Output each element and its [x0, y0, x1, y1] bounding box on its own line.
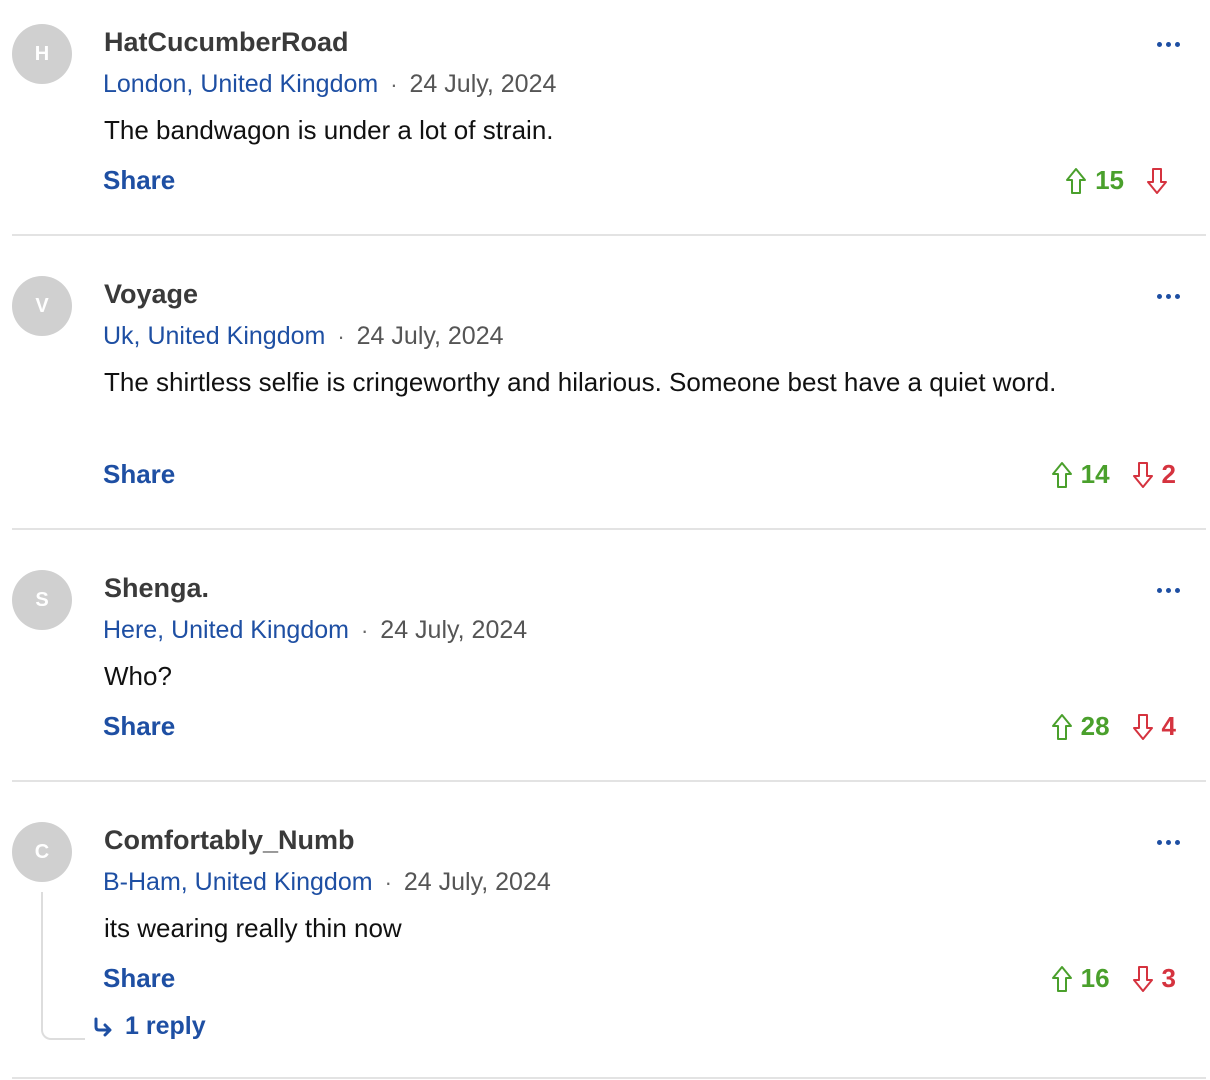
- meta-separator: ·: [390, 71, 398, 97]
- more-options-icon[interactable]: [1153, 290, 1184, 303]
- vote-controls: 16 3: [1051, 963, 1176, 994]
- arrow-down-icon: [1132, 461, 1153, 488]
- thread-line: [41, 892, 85, 1040]
- upvote-count: 28: [1080, 711, 1110, 741]
- downvote-count: 2: [1161, 459, 1176, 489]
- comment-location[interactable]: Uk, United Kingdom: [103, 322, 325, 351]
- view-replies-button[interactable]: 1 reply: [93, 1012, 206, 1041]
- vote-controls: 15: [1065, 165, 1176, 196]
- comment-date: 24 July, 2024: [380, 616, 528, 644]
- comment-text: its wearing really thin now: [104, 913, 402, 943]
- comment-date: 24 July, 2024: [356, 322, 504, 350]
- comment-divider: [12, 528, 1206, 530]
- share-button[interactable]: Share: [103, 459, 175, 490]
- comment-date: 24 July, 2024: [409, 70, 557, 98]
- meta-separator: ·: [360, 617, 369, 643]
- avatar[interactable]: S: [12, 570, 72, 630]
- comment-text: Who?: [104, 661, 172, 691]
- vote-controls: 28 4: [1051, 711, 1176, 742]
- comment-location[interactable]: B-Ham, United Kingdom: [103, 868, 373, 897]
- comment-meta: London, United Kingdom · 24 July, 2024: [103, 70, 556, 99]
- downvote-count: 3: [1161, 963, 1176, 993]
- comment-username[interactable]: Voyage: [104, 279, 198, 310]
- avatar[interactable]: C: [12, 822, 72, 882]
- comment-date: 24 July, 2024: [403, 868, 551, 896]
- comment-text: The shirtless selfie is cringeworthy and…: [104, 367, 1057, 397]
- arrow-down-icon: [1132, 965, 1153, 992]
- share-button[interactable]: Share: [103, 963, 175, 994]
- downvote-button[interactable]: 3: [1132, 963, 1176, 994]
- comment-divider: [12, 780, 1206, 782]
- comment-username[interactable]: Comfortably_Numb: [104, 825, 355, 856]
- downvote-button[interactable]: 4: [1132, 711, 1176, 742]
- arrow-up-icon: [1051, 713, 1072, 740]
- arrow-down-icon: [1147, 167, 1167, 194]
- avatar[interactable]: V: [12, 276, 72, 336]
- more-options-icon[interactable]: [1153, 836, 1184, 849]
- upvote-button[interactable]: 16: [1051, 963, 1110, 994]
- arrow-up-icon: [1051, 461, 1072, 488]
- meta-separator: ·: [337, 323, 345, 349]
- share-button[interactable]: Share: [103, 165, 175, 196]
- comment-divider: [12, 234, 1206, 236]
- more-options-icon[interactable]: [1153, 38, 1184, 51]
- comment-username[interactable]: Shenga.: [104, 573, 209, 604]
- upvote-count: 16: [1080, 963, 1110, 993]
- comment-username[interactable]: HatCucumberRoad: [104, 27, 349, 58]
- comment-text: The bandwagon is under a lot of strain.: [104, 115, 554, 145]
- upvote-button[interactable]: 14: [1051, 459, 1110, 490]
- arrow-down-icon: [1132, 713, 1153, 740]
- avatar[interactable]: H: [12, 24, 72, 84]
- share-button[interactable]: Share: [103, 711, 175, 742]
- arrow-up-icon: [1051, 965, 1072, 992]
- comment-divider: [12, 1077, 1206, 1079]
- downvote-button[interactable]: 2: [1132, 459, 1176, 490]
- downvote-button[interactable]: [1146, 167, 1176, 195]
- reply-arrow-icon: [94, 1017, 112, 1036]
- meta-separator: ·: [384, 869, 392, 895]
- comment-meta: Uk, United Kingdom · 24 July, 2024: [103, 322, 504, 351]
- comment-meta: Here, United Kingdom · 24 July, 2024: [103, 616, 527, 645]
- upvote-button[interactable]: 28: [1051, 711, 1110, 742]
- downvote-count: 4: [1161, 711, 1176, 741]
- reply-count-label: 1 reply: [125, 1012, 206, 1040]
- upvote-count: 14: [1080, 459, 1110, 489]
- more-options-icon[interactable]: [1153, 584, 1184, 597]
- comment-location[interactable]: Here, United Kingdom: [103, 616, 349, 645]
- comment-meta: B-Ham, United Kingdom · 24 July, 2024: [103, 868, 551, 897]
- upvote-count: 15: [1095, 165, 1124, 195]
- arrow-up-icon: [1066, 167, 1087, 194]
- upvote-button[interactable]: 15: [1065, 165, 1124, 196]
- comment-location[interactable]: London, United Kingdom: [103, 70, 378, 99]
- vote-controls: 14 2: [1051, 459, 1176, 490]
